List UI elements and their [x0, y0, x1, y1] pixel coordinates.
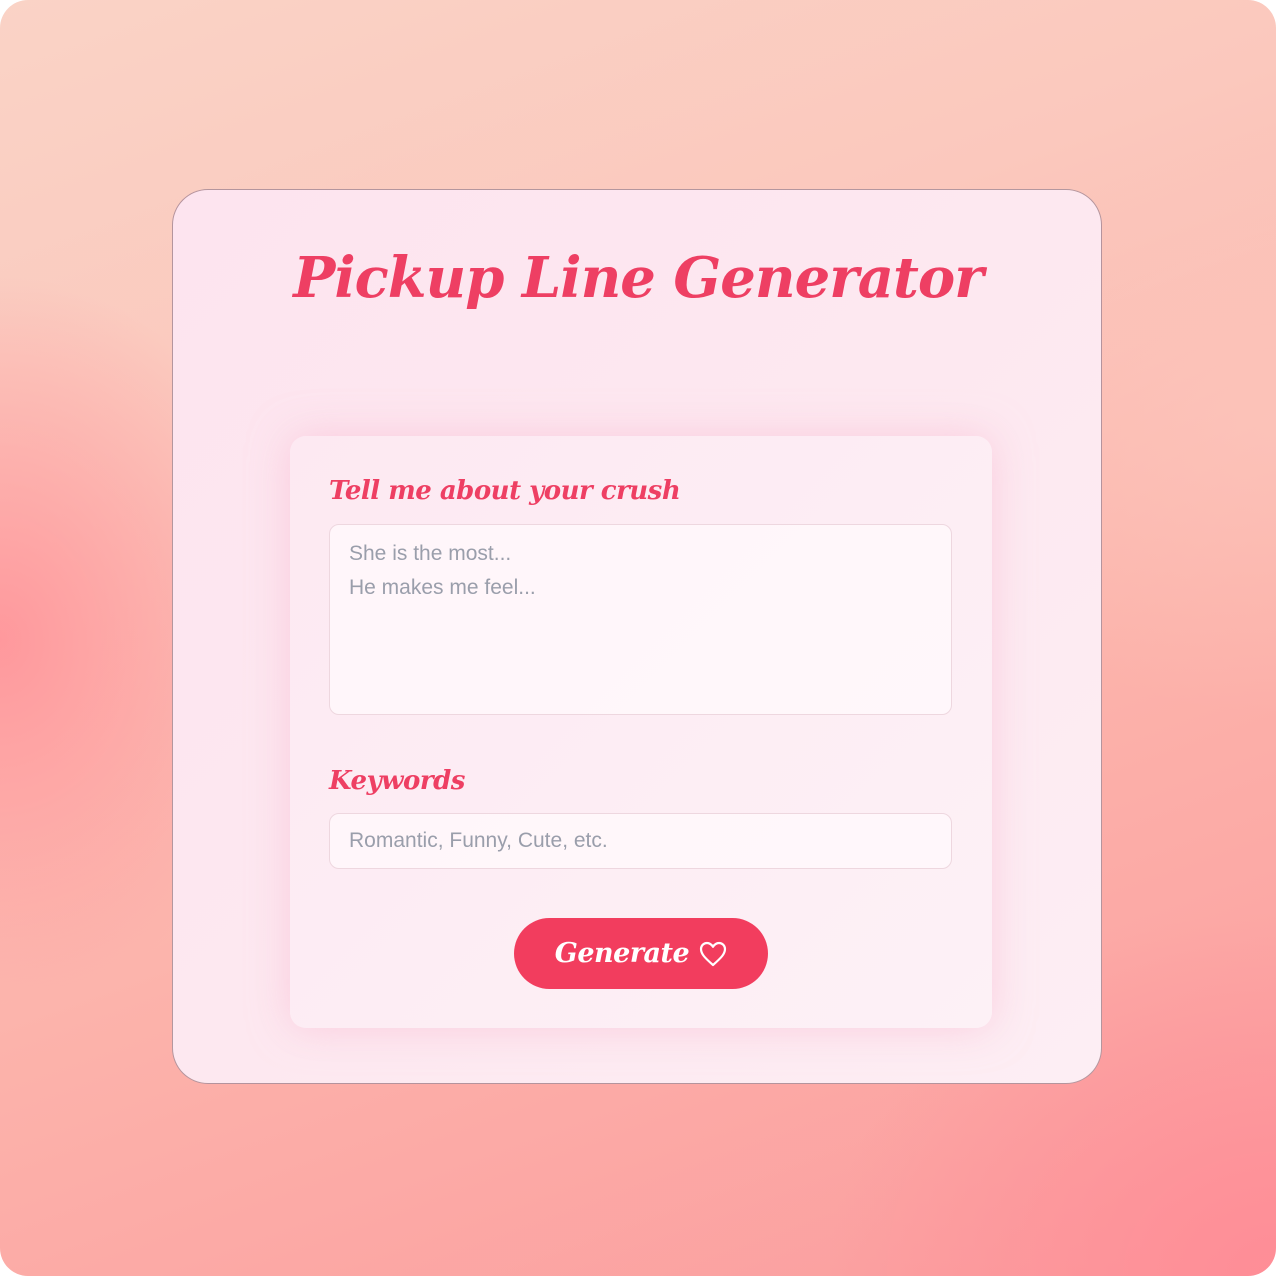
generate-button[interactable]: Generate — [514, 918, 768, 989]
textarea-placeholder-line-1: She is the most... — [349, 542, 512, 565]
textarea-placeholder-line-2: He makes me feel... — [349, 576, 536, 599]
crush-description-label: Tell me about your crush — [329, 476, 681, 506]
heart-outline-icon — [700, 941, 727, 966]
page-title: Pickup Line Generator — [293, 245, 983, 311]
page-background: Pickup Line Generator Tell me about your… — [0, 0, 1276, 1276]
crush-description-textarea[interactable]: She is the most... He makes me feel... — [329, 524, 952, 715]
generate-button-label: Generate — [554, 938, 690, 969]
keywords-input[interactable]: Romantic, Funny, Cute, etc. — [329, 813, 952, 869]
crush-form: Tell me about your crush She is the most… — [290, 436, 992, 1028]
keywords-label: Keywords — [329, 766, 465, 796]
keywords-placeholder: Romantic, Funny, Cute, etc. — [349, 829, 608, 852]
